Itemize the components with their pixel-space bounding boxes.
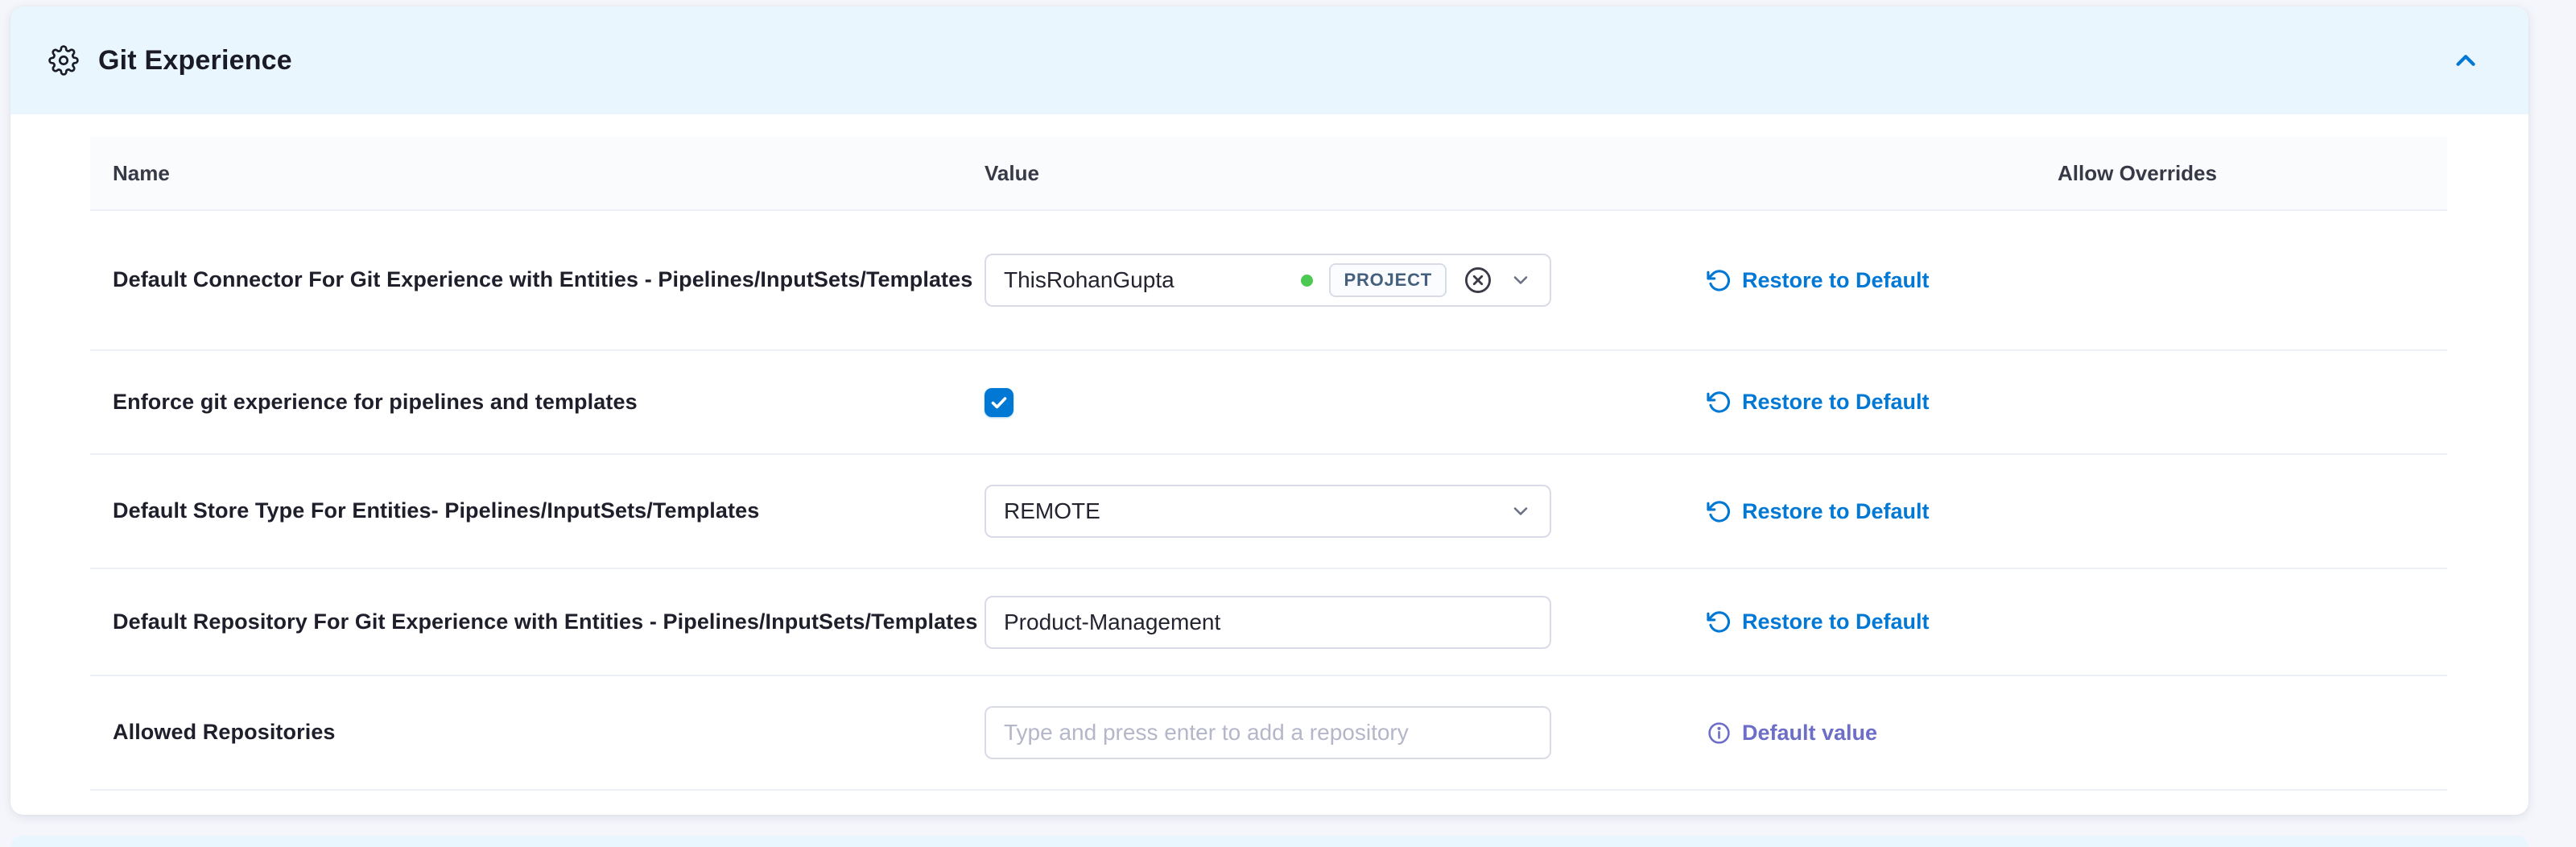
chevron-down-icon <box>1509 500 1532 523</box>
chevron-up-icon <box>2450 45 2481 76</box>
restore-icon <box>1707 268 1732 293</box>
restore-default-link[interactable]: Restore to Default <box>1707 268 1930 293</box>
check-icon <box>989 393 1009 412</box>
setting-label: Default Connector For Git Experience wit… <box>113 267 972 291</box>
restore-default-link[interactable]: Restore to Default <box>1707 499 1930 524</box>
table-header-row: Name Value Allow Overrides <box>90 137 2447 209</box>
restore-icon <box>1707 609 1732 634</box>
restore-default-link[interactable]: Restore to Default <box>1707 609 1930 634</box>
setting-label: Allowed Repositories <box>113 720 336 744</box>
table-row-enforce-git: Enforce git experience for pipelines and… <box>90 349 2447 453</box>
settings-table: Name Value Allow Overrides Default Conne… <box>90 137 2447 791</box>
table-row-allowed-repositories: Allowed Repositories Default value <box>90 675 2447 791</box>
git-experience-panel: Git Experience Name Value Allow Override… <box>10 6 2529 815</box>
restore-icon <box>1707 499 1732 524</box>
header-name: Name <box>90 161 985 186</box>
connector-value: ThisRohanGupta <box>1004 267 1174 293</box>
info-icon <box>1707 721 1732 746</box>
connector-select[interactable]: ThisRohanGupta PROJECT <box>985 254 1551 307</box>
setting-label: Default Store Type For Entities- Pipelin… <box>113 498 759 523</box>
table-row-default-repository: Default Repository For Git Experience wi… <box>90 568 2447 675</box>
store-type-value: REMOTE <box>1004 498 1100 524</box>
header-allow-overrides: Allow Overrides <box>1938 161 2336 186</box>
restore-default-link[interactable]: Restore to Default <box>1707 390 1930 415</box>
connector-status-dot <box>1301 275 1313 287</box>
default-value-hint[interactable]: Default value <box>1707 721 1877 746</box>
allowed-repositories-input[interactable] <box>985 706 1551 759</box>
table-row-store-type: Default Store Type For Entities- Pipelin… <box>90 453 2447 568</box>
table-row-default-connector: Default Connector For Git Experience wit… <box>90 209 2447 349</box>
store-type-select[interactable]: REMOTE <box>985 485 1551 538</box>
restore-icon <box>1707 390 1732 415</box>
collapse-button[interactable] <box>2445 39 2487 81</box>
clear-connector-icon[interactable] <box>1463 265 1493 295</box>
scope-badge: PROJECT <box>1329 263 1447 297</box>
setting-label: Enforce git experience for pipelines and… <box>113 390 638 414</box>
header-value: Value <box>985 161 1697 186</box>
section-title: Git Experience <box>98 45 292 76</box>
setting-label: Default Repository For Git Experience wi… <box>113 609 978 634</box>
default-repository-input[interactable] <box>985 596 1551 649</box>
enforce-git-checkbox[interactable] <box>985 388 1013 417</box>
next-section-header-edge <box>10 836 2529 847</box>
chevron-down-icon <box>1509 269 1532 291</box>
gear-icon <box>48 45 79 76</box>
section-header[interactable]: Git Experience <box>10 6 2529 114</box>
